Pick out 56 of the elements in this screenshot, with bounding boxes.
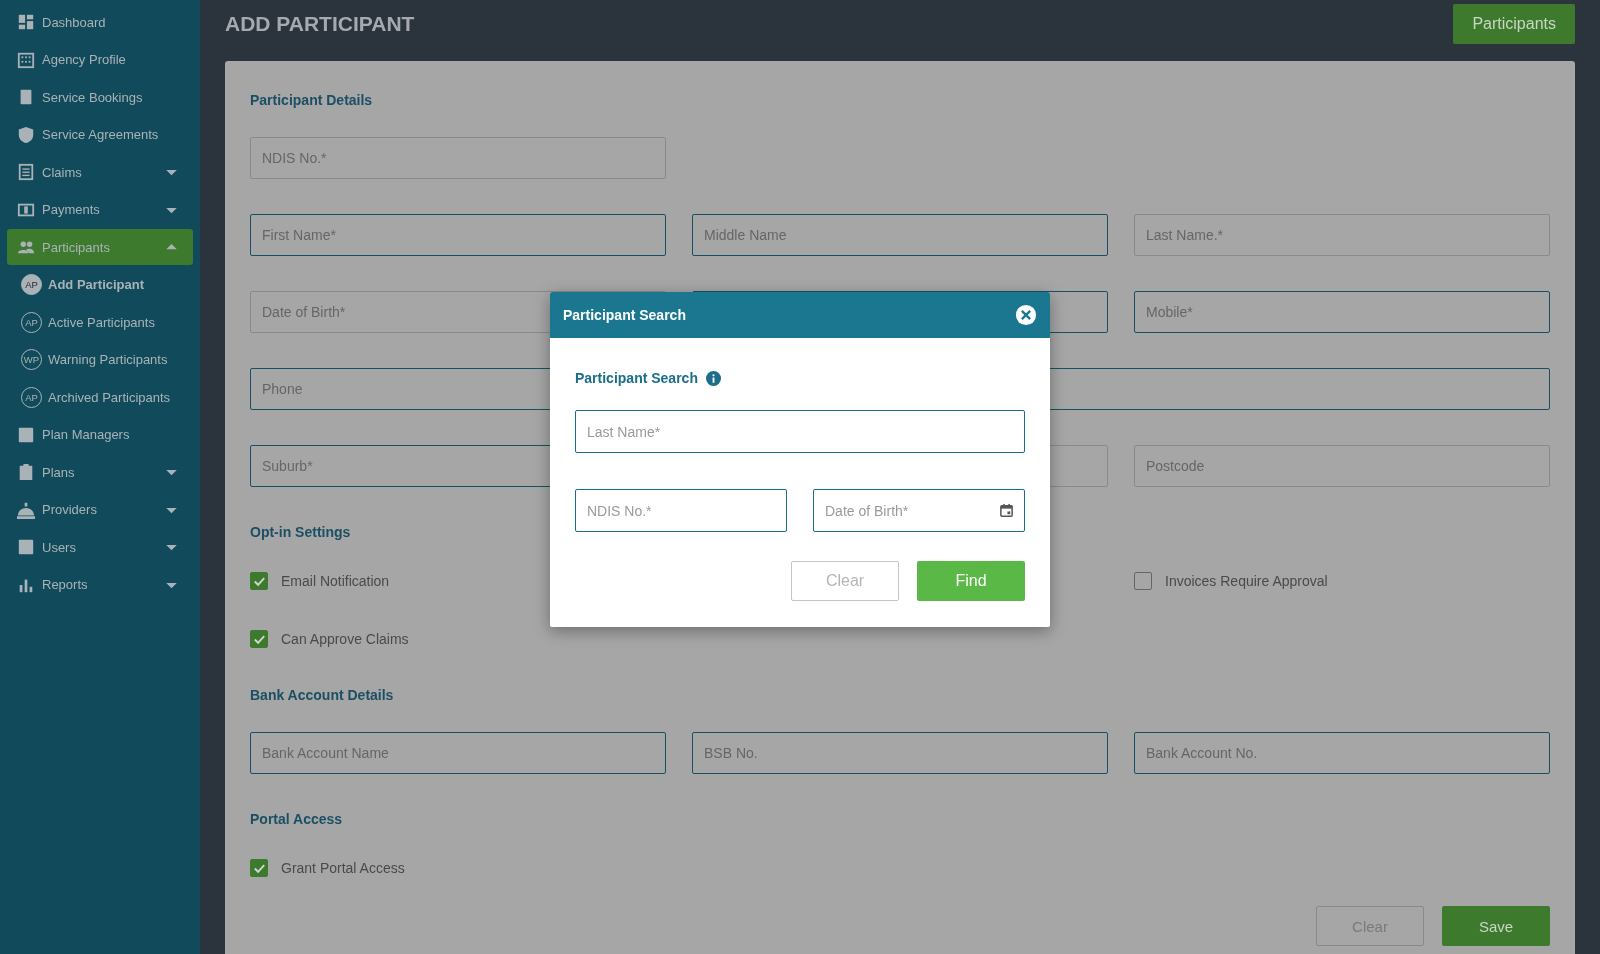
checkbox-label: Invoices Require Approval — [1165, 573, 1328, 589]
checkbox[interactable] — [250, 859, 268, 877]
input-field[interactable]: Postcode — [1134, 445, 1550, 487]
checkbox-label: Grant Portal Access — [281, 860, 405, 876]
sidebar-item[interactable]: Providers — [7, 491, 193, 528]
save-button[interactable]: Save — [1442, 906, 1550, 946]
sidebar-item[interactable]: Plans — [7, 454, 193, 490]
checkbox-label: Email Notification — [281, 573, 390, 589]
close-icon[interactable] — [1015, 304, 1037, 326]
nav-icon — [17, 425, 35, 444]
find-button[interactable]: Find — [917, 561, 1025, 601]
nav-icon — [17, 538, 35, 556]
input-field[interactable]: Last Name.* — [1134, 214, 1550, 256]
sidebar-item[interactable]: Service Agreements — [7, 116, 193, 153]
sidebar-item[interactable]: Dashboard — [7, 4, 193, 40]
submenu-item[interactable]: WP Warning Participants — [7, 341, 193, 378]
sidebar-item[interactable]: Participants — [7, 229, 193, 265]
initials-badge: AP — [21, 274, 42, 295]
participants-button[interactable]: Participants — [1453, 4, 1575, 44]
nav-icon — [17, 125, 35, 144]
submenu-item[interactable]: AP Add Participant — [7, 266, 193, 303]
checkbox[interactable] — [1134, 572, 1152, 590]
sidebar-item[interactable]: Payments — [7, 191, 193, 228]
nav-icon — [17, 463, 35, 481]
input-field[interactable]: Last Name* — [575, 410, 1025, 453]
calendar-icon — [999, 503, 1014, 518]
input-field[interactable]: NDIS No.* — [575, 489, 787, 532]
date-field[interactable]: Date of Birth* — [813, 489, 1025, 532]
section-heading: Opt-in Settings — [250, 523, 352, 542]
nav-icon — [17, 13, 35, 31]
section-heading: Portal Access — [250, 810, 344, 829]
nav-icon — [17, 500, 35, 519]
input-field[interactable]: BSB No. — [692, 732, 1108, 774]
input-field[interactable]: Bank Account No. — [1134, 732, 1550, 774]
page-title: ADD PARTICIPANT — [225, 12, 415, 36]
checkbox-label: Can Approve Claims — [281, 631, 409, 647]
input-field[interactable]: Bank Account Name — [250, 732, 666, 774]
section-heading: Bank Account Details — [250, 686, 395, 705]
checkbox[interactable] — [250, 630, 268, 648]
sidebar-item[interactable]: Plan Managers — [7, 416, 193, 453]
sidebar-item[interactable]: Service Bookings — [7, 79, 193, 115]
input-field[interactable]: Mobile* — [1134, 291, 1550, 333]
nav-icon — [17, 50, 35, 69]
input-field[interactable]: First Name* — [250, 214, 666, 256]
info-icon[interactable] — [705, 370, 721, 386]
sidebar-item[interactable]: Claims — [7, 154, 193, 190]
nav-icon — [17, 163, 35, 181]
checkbox[interactable] — [250, 572, 268, 590]
sidebar-item[interactable]: Users — [7, 529, 193, 565]
input-field[interactable]: Middle Name — [692, 214, 1108, 256]
submenu-item[interactable]: AP Archived Participants — [7, 379, 193, 415]
sidebar-item[interactable]: Reports — [7, 566, 193, 603]
submenu-item[interactable]: AP Active Participants — [7, 304, 193, 340]
sidebar-item[interactable]: Agency Profile — [7, 41, 193, 78]
input-field[interactable]: NDIS No.* — [250, 137, 666, 179]
section-heading: Participant Details — [250, 91, 374, 110]
